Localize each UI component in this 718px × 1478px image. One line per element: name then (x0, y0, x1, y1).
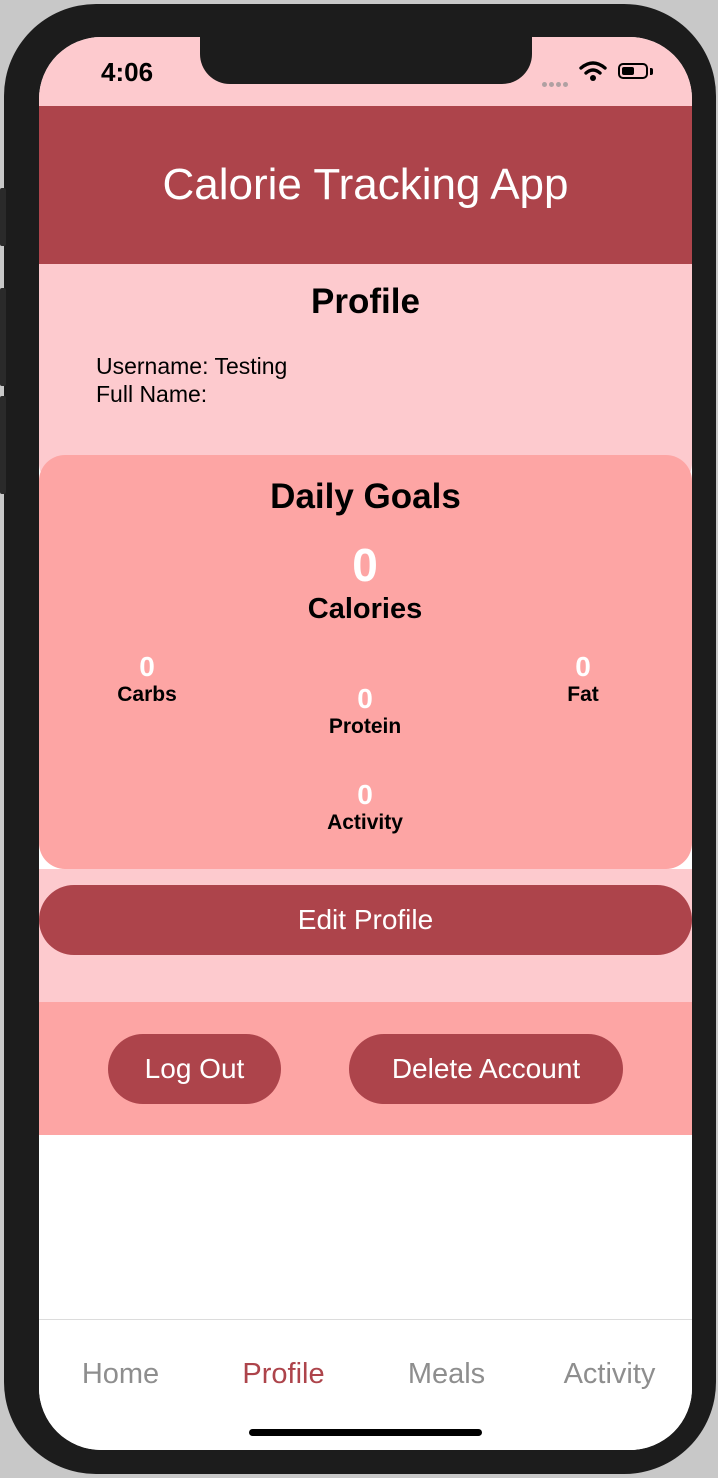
protein-value: 0 (357, 683, 373, 714)
daily-goals-card: Daily Goals 0 Calories 0 Carbs 0 Protein… (39, 455, 692, 869)
fullname-text: Full Name: (96, 381, 208, 407)
notch (200, 37, 532, 84)
protein-stat: 0 Protein (265, 684, 465, 740)
tab-meals[interactable]: Meals (365, 1358, 528, 1391)
fat-stat: 0 Fat (483, 652, 683, 708)
protein-label: Protein (328, 715, 402, 738)
activity-stat: 0 Activity (265, 780, 465, 836)
calories-label: Calories (307, 593, 423, 625)
daily-goals-heading: Daily Goals (270, 477, 461, 516)
mute-switch (0, 188, 6, 246)
app-header: Calorie Tracking App (39, 106, 692, 264)
carbs-label: Carbs (117, 683, 177, 706)
edit-profile-button[interactable]: Edit Profile (39, 885, 692, 955)
tab-home[interactable]: Home (39, 1358, 202, 1391)
log-out-button[interactable]: Log Out (108, 1034, 281, 1104)
account-actions-band: Log Out Delete Account (39, 1002, 692, 1135)
activity-label: Activity (327, 811, 403, 834)
phone-screen: 4:06 Calorie Tracking App Profile Userna… (39, 37, 692, 1450)
phone-frame: 4:06 Calorie Tracking App Profile Userna… (4, 4, 716, 1474)
profile-heading: Profile (311, 282, 420, 321)
app-title: Calorie Tracking App (162, 160, 569, 209)
carbs-stat: 0 Carbs (47, 652, 247, 708)
volume-down-button (0, 396, 6, 494)
volume-up-button (0, 288, 6, 386)
calories-value: 0 (352, 539, 378, 591)
calories-stat: 0 Calories (265, 539, 465, 627)
delete-account-button[interactable]: Delete Account (349, 1034, 623, 1104)
fat-value: 0 (575, 651, 591, 682)
status-time: 4:06 (101, 57, 154, 87)
activity-value: 0 (357, 779, 373, 810)
home-indicator[interactable] (249, 1429, 482, 1436)
username-text: Username: Testing (96, 353, 288, 379)
carbs-value: 0 (139, 651, 155, 682)
tab-activity[interactable]: Activity (528, 1358, 691, 1391)
fat-label: Fat (567, 683, 599, 706)
status-bar: 4:06 (39, 37, 692, 107)
wifi-icon (579, 61, 607, 81)
tab-profile[interactable]: Profile (202, 1358, 365, 1391)
cellular-signal-icon (542, 74, 570, 92)
battery-cap (650, 68, 653, 75)
battery-icon (618, 63, 648, 79)
